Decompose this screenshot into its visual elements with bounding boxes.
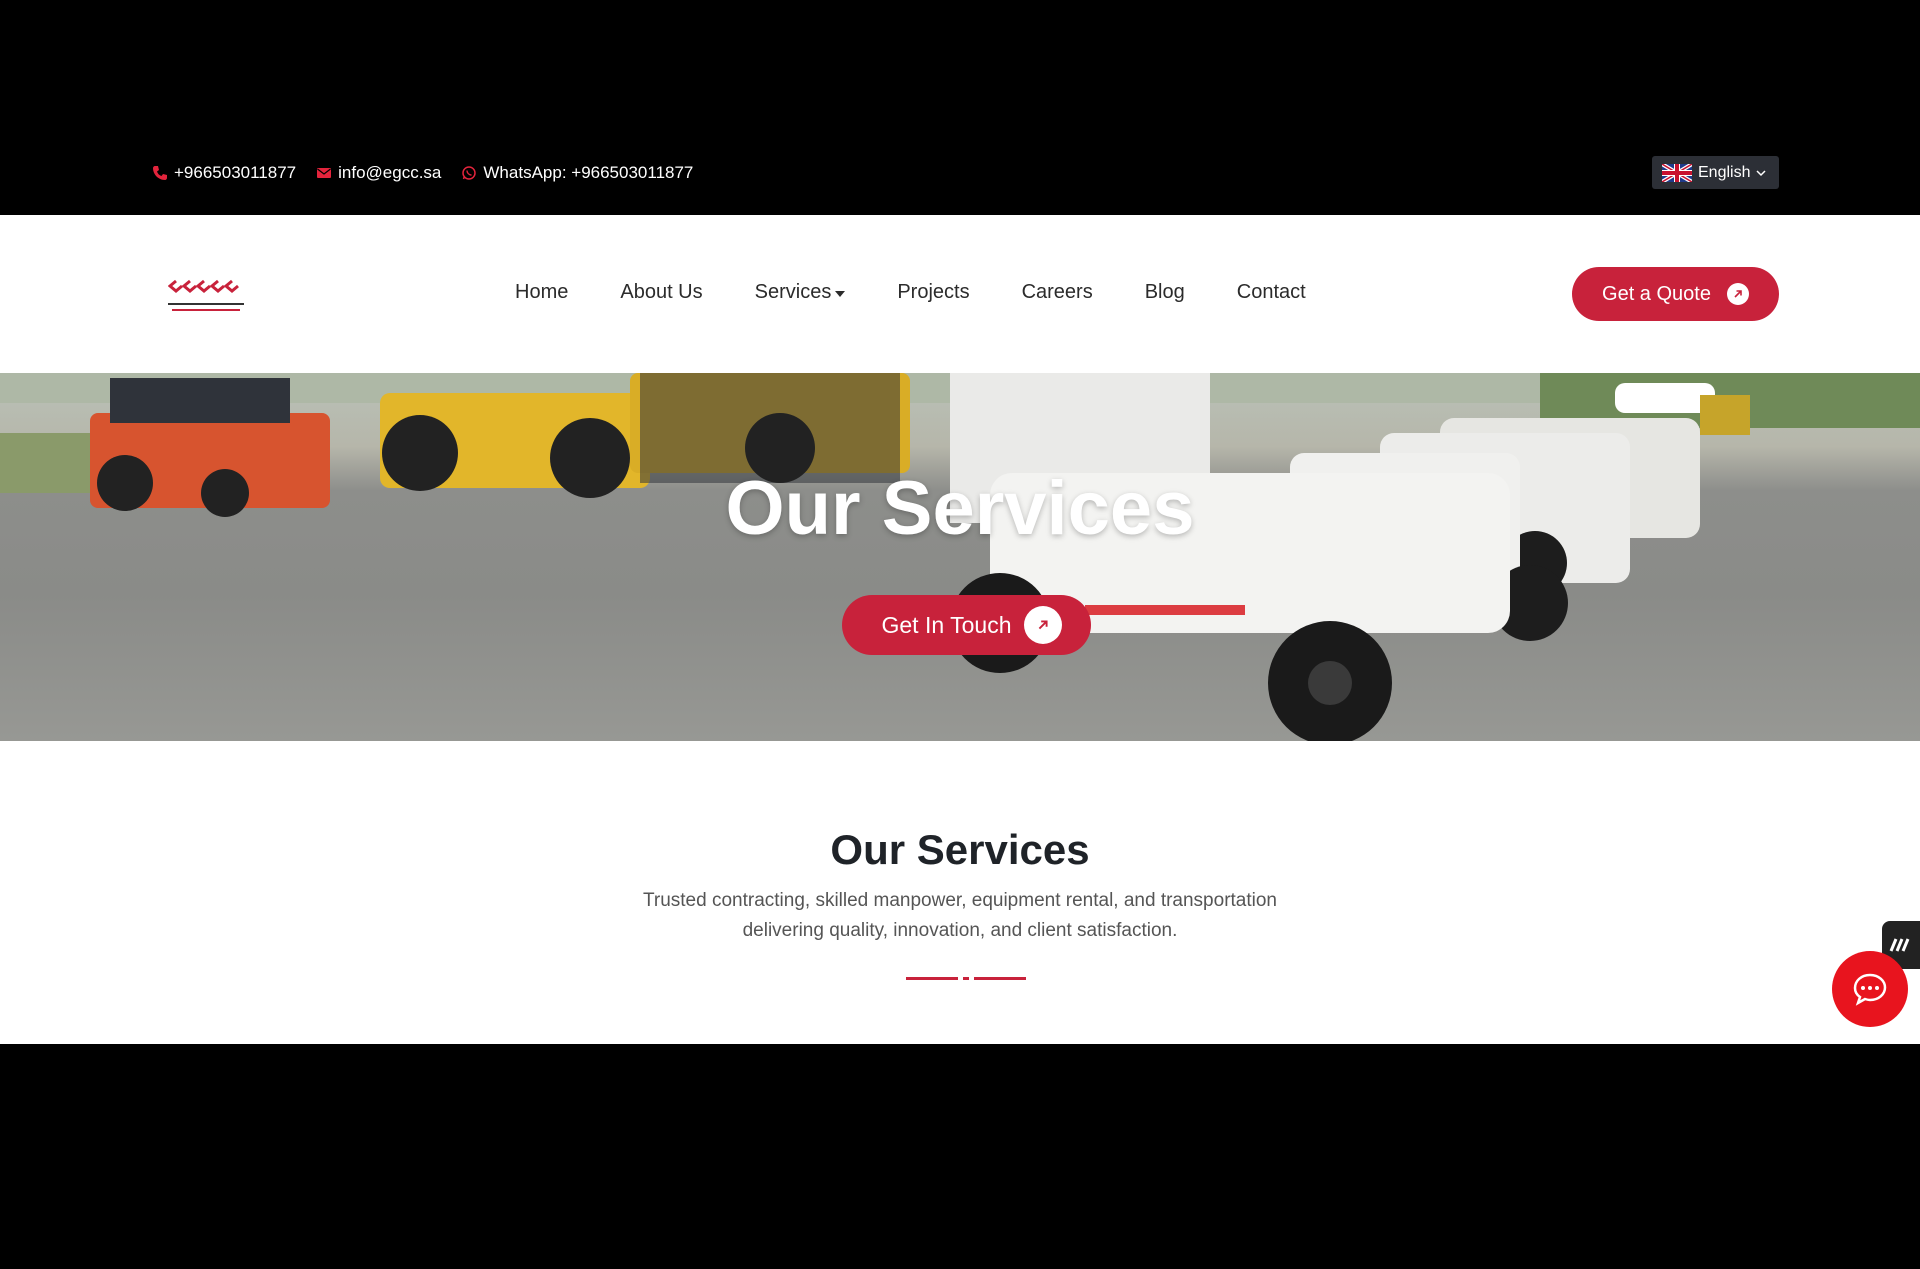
get-quote-button[interactable]: Get a Quote bbox=[1572, 267, 1779, 321]
services-title: Our Services bbox=[830, 826, 1090, 873]
nav-projects[interactable]: Projects bbox=[897, 281, 969, 304]
widget-logo-icon bbox=[1889, 938, 1910, 952]
nav-about-label: About Us bbox=[620, 281, 703, 303]
language-selector[interactable]: English bbox=[1652, 156, 1779, 189]
nav-blog-label: Blog bbox=[1144, 281, 1185, 303]
arrow-up-right-icon bbox=[1726, 283, 1749, 305]
top-contact-bar: +966503011877 info@egcc.sa WhatsApp: +96… bbox=[0, 0, 1920, 215]
nav-home-label: Home bbox=[515, 281, 569, 303]
main-navbar: Home About Us Services Projects Careers … bbox=[0, 215, 1920, 373]
nav-about[interactable]: About Us bbox=[620, 281, 702, 304]
uk-flag-icon bbox=[1662, 163, 1692, 182]
company-logo[interactable] bbox=[167, 271, 246, 317]
nav-menu: Home About Us Services Projects Careers … bbox=[515, 281, 1306, 304]
phone-link[interactable]: +966503011877 bbox=[152, 163, 296, 183]
page: +966503011877 info@egcc.sa WhatsApp: +96… bbox=[0, 0, 1920, 1269]
section-divider bbox=[906, 977, 1026, 980]
nav-careers[interactable]: Careers bbox=[1022, 281, 1093, 304]
arrow-up-right-icon bbox=[1023, 606, 1062, 644]
envelope-icon bbox=[317, 168, 332, 178]
nav-home[interactable]: Home bbox=[515, 281, 568, 304]
services-description: Trusted contracting, skilled manpower, e… bbox=[642, 890, 1278, 941]
whatsapp-icon bbox=[462, 166, 477, 180]
email-text: info@egcc.sa bbox=[338, 163, 442, 182]
hero-background-image bbox=[0, 373, 1920, 741]
nav-contact-label: Contact bbox=[1236, 281, 1306, 303]
nav-contact[interactable]: Contact bbox=[1237, 281, 1306, 304]
caret-down-icon bbox=[835, 290, 846, 297]
services-section: Our Services Trusted contracting, skille… bbox=[0, 741, 1920, 1044]
language-label: English bbox=[1698, 163, 1751, 181]
email-link[interactable]: info@egcc.sa bbox=[316, 163, 441, 183]
nav-services-label: Services bbox=[754, 281, 832, 303]
phone-text: +966503011877 bbox=[174, 163, 297, 182]
nav-blog[interactable]: Blog bbox=[1145, 281, 1185, 304]
get-in-touch-label: Get In Touch bbox=[881, 611, 1012, 638]
phone-icon bbox=[153, 166, 167, 180]
nav-services[interactable]: Services bbox=[755, 281, 846, 304]
chat-button[interactable] bbox=[1832, 951, 1908, 1027]
hero-title: Our Services bbox=[725, 466, 1195, 551]
chevron-down-icon bbox=[1756, 169, 1767, 176]
egcc-logo-icon bbox=[167, 279, 244, 311]
hero-banner: Our Services Get In Touch bbox=[0, 373, 1920, 741]
chat-icon bbox=[1853, 973, 1887, 1006]
nav-projects-label: Projects bbox=[897, 281, 970, 303]
whatsapp-text: WhatsApp: +966503011877 bbox=[483, 163, 694, 182]
get-quote-label: Get a Quote bbox=[1602, 282, 1711, 305]
nav-careers-label: Careers bbox=[1021, 281, 1093, 303]
contact-list: +966503011877 info@egcc.sa WhatsApp: +96… bbox=[152, 160, 693, 186]
whatsapp-link[interactable]: WhatsApp: +966503011877 bbox=[461, 163, 693, 183]
get-in-touch-button[interactable]: Get In Touch bbox=[842, 595, 1091, 655]
